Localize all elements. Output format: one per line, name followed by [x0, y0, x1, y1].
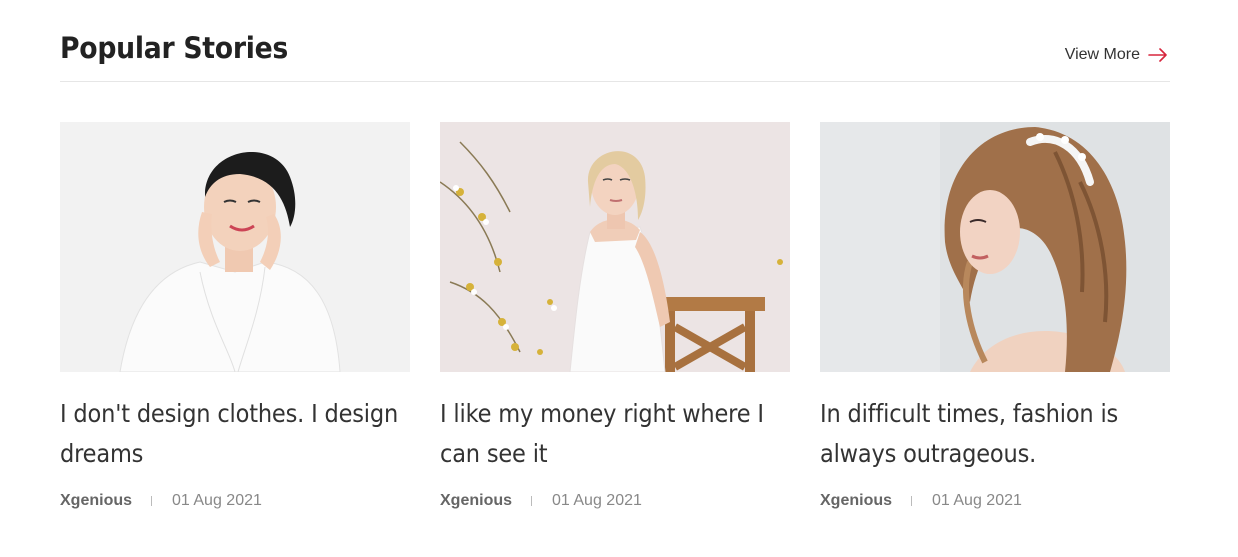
story-meta: Xgenious 01 Aug 2021 — [820, 491, 1170, 511]
story-date: 01 Aug 2021 — [172, 492, 262, 509]
story-meta: Xgenious 01 Aug 2021 — [60, 491, 410, 511]
story-image[interactable] — [440, 122, 790, 372]
story-date: 01 Aug 2021 — [932, 492, 1022, 509]
story-title[interactable]: I don't design clothes. I design dreams — [60, 394, 409, 478]
story-author[interactable]: Xgenious — [820, 492, 892, 510]
story-image[interactable] — [820, 122, 1170, 372]
story-meta: Xgenious 01 Aug 2021 — [440, 491, 790, 511]
section-title: Popular Stories — [60, 31, 289, 65]
view-more-link[interactable]: View More — [1065, 46, 1168, 64]
story-card[interactable]: I like my money right where I can see it… — [440, 122, 790, 511]
meta-divider — [151, 496, 153, 506]
meta-divider — [531, 496, 533, 506]
view-more-label: View More — [1064, 46, 1140, 63]
arrow-right-icon — [1148, 48, 1167, 62]
story-title[interactable]: In difficult times, fashion is always ou… — [820, 394, 1169, 478]
woman-chair-image — [440, 122, 790, 372]
woman-robe-image — [60, 122, 410, 372]
story-card[interactable]: I don't design clothes. I design dreams … — [60, 122, 410, 511]
section-header: Popular Stories View More — [60, 28, 1170, 82]
story-author[interactable]: Xgenious — [440, 492, 512, 510]
story-image[interactable] — [60, 122, 410, 372]
story-date: 01 Aug 2021 — [552, 492, 642, 509]
woman-curly-hair-image — [820, 122, 1170, 372]
meta-divider — [911, 496, 913, 506]
story-card[interactable]: In difficult times, fashion is always ou… — [820, 122, 1170, 511]
story-title[interactable]: I like my money right where I can see it — [440, 394, 789, 478]
story-author[interactable]: Xgenious — [60, 492, 132, 510]
story-cards: I don't design clothes. I design dreams … — [60, 122, 1170, 511]
